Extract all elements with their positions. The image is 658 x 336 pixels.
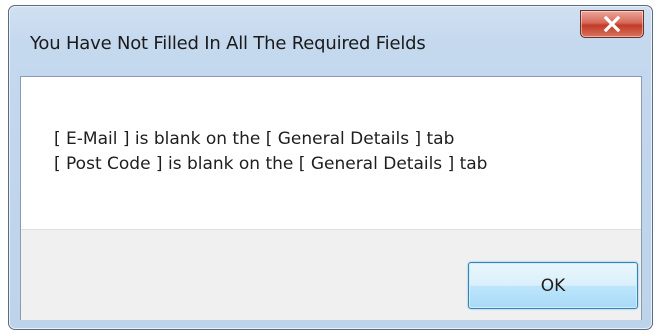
- button-area: OK: [21, 229, 641, 320]
- ok-button[interactable]: OK: [468, 262, 638, 309]
- dialog-window: You Have Not Filled In All The Required …: [8, 5, 653, 330]
- close-icon: [603, 16, 621, 32]
- message-area: [ E-Mail ] is blank on the [ General Det…: [21, 77, 641, 229]
- message-line: [ E-Mail ] is blank on the [ General Det…: [54, 129, 455, 149]
- dialog-body: [ E-Mail ] is blank on the [ General Det…: [20, 76, 642, 320]
- dialog-title: You Have Not Filled In All The Required …: [30, 33, 426, 54]
- message-line: [ Post Code ] is blank on the [ General …: [54, 154, 488, 174]
- message-text: [ E-Mail ] is blank on the [ General Det…: [54, 127, 487, 177]
- close-button[interactable]: [580, 10, 644, 38]
- title-bar[interactable]: You Have Not Filled In All The Required …: [9, 6, 652, 76]
